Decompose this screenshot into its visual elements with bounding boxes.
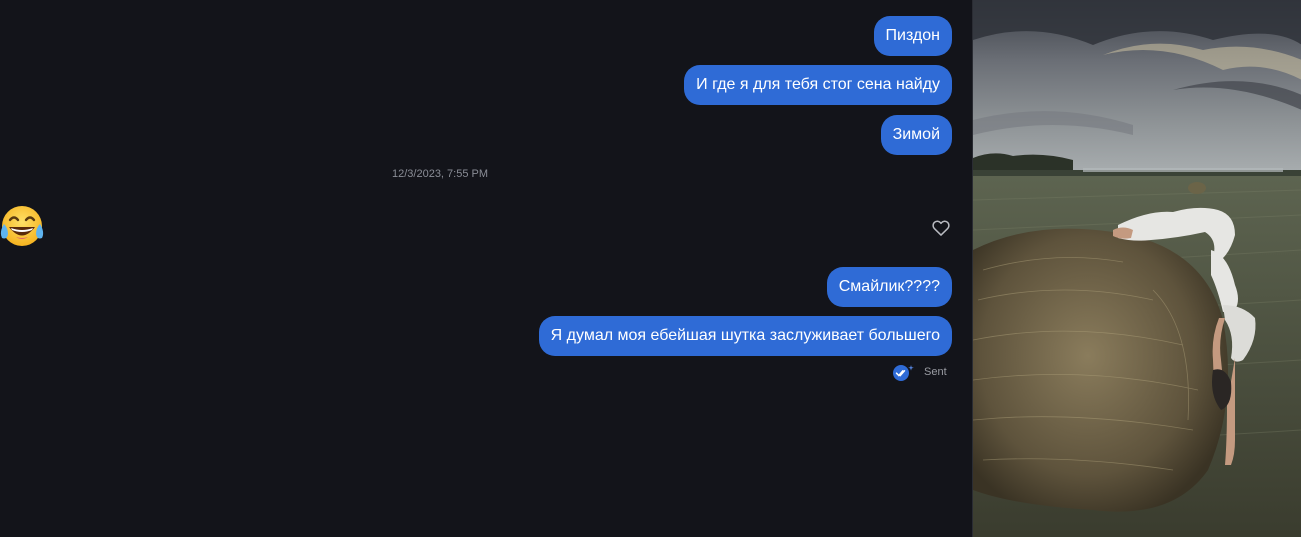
photo-attachment[interactable] bbox=[972, 0, 1301, 537]
message-timestamp: 12/3/2023, 7:55 PM bbox=[392, 168, 489, 180]
read-receipt-icon bbox=[893, 365, 914, 381]
message-status: Sent bbox=[892, 363, 947, 381]
message-bubble-4[interactable]: Смайлик???? bbox=[826, 267, 952, 307]
message-bubble-2[interactable]: И где я для тебя стог сена найду bbox=[684, 65, 952, 105]
message-bubble-1[interactable]: Пиздон bbox=[873, 16, 952, 56]
hay-bale-photo bbox=[973, 0, 1301, 537]
message-bubble-5[interactable]: Я думал моя ебейшая шутка заслуживает бо… bbox=[538, 316, 952, 356]
heart-icon[interactable] bbox=[931, 218, 951, 238]
laughing-emoji-icon bbox=[0, 206, 44, 246]
chat-app: Пиздон И где я для тебя стог сена найду … bbox=[0, 0, 1301, 537]
chat-pane: Пиздон И где я для тебя стог сена найду … bbox=[0, 0, 972, 537]
status-label: Sent bbox=[924, 366, 947, 378]
message-bubble-3[interactable]: Зимой bbox=[880, 115, 952, 155]
